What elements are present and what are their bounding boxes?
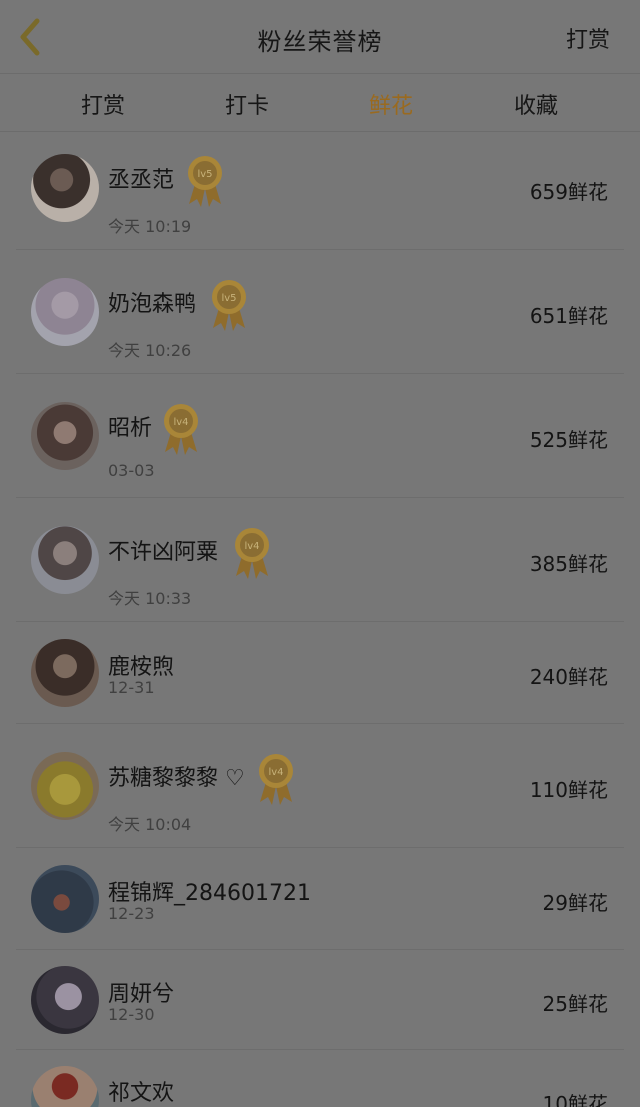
fan-name: 奶泡森鸭 [108,292,197,317]
tab-bar: 打赏 打卡 鲜花 收藏 [0,74,640,132]
tab-tip[interactable]: 打赏 [53,88,153,120]
fan-honor-page: 粉丝荣誉榜 打赏 打赏 打卡 鲜花 收藏 丞丞范 lv5 今天 10:19 65… [0,0,640,1107]
list-item[interactable]: 奶泡森鸭 lv5 今天 10:26 651鲜花 [16,250,624,374]
timestamp: 03-03 [108,461,155,480]
fan-name: 丞丞范 [108,168,175,193]
level-badge-icon: lv5 [188,156,222,207]
fan-name: 昭析 [108,416,153,441]
timestamp: 今天 10:33 [108,589,192,608]
list-item[interactable]: 昭析 lv4 03-03 525鲜花 [16,374,624,498]
flower-count: 240鲜花 [529,665,608,689]
tab-favorites[interactable]: 收藏 [486,88,586,120]
header-bar: 粉丝荣誉榜 打赏 [0,0,640,74]
level-badge-icon: lv4 [259,754,293,805]
fan-name: 不许凶阿粟 [108,540,219,565]
svg-text:lv5: lv5 [197,169,212,180]
svg-text:lv4: lv4 [173,417,188,428]
timestamp: 今天 10:26 [108,341,192,360]
avatar [31,865,99,933]
flower-count: 651鲜花 [529,304,608,328]
timestamp: 12-30 [108,1005,155,1024]
list-item[interactable]: 周妍兮 12-30 25鲜花 [16,950,624,1050]
flower-count: 525鲜花 [529,428,608,452]
flower-count: 25鲜花 [542,992,608,1016]
avatar [31,1066,99,1107]
avatar [31,154,99,222]
list-item[interactable]: 程锦辉_284601721 12-23 29鲜花 [16,848,624,950]
svg-text:lv4: lv4 [244,541,259,552]
flower-count: 10鲜花 [542,1092,608,1107]
fan-name: 周妍兮 [108,982,175,1007]
avatar [31,639,99,707]
avatar [31,966,99,1034]
timestamp: 今天 10:04 [108,815,192,834]
tip-button[interactable]: 打赏 [566,22,610,54]
flower-count: 110鲜花 [529,778,608,802]
tab-flowers[interactable]: 鲜花 [341,88,441,120]
svg-text:lv4: lv4 [268,767,283,778]
level-badge-icon: lv5 [212,280,246,331]
fan-name: 苏糖黎黎黎 ♡ [108,766,245,791]
avatar [31,526,99,594]
timestamp: 12-23 [108,904,155,923]
fan-name: 鹿桉煦 [108,655,175,680]
list-item[interactable]: 祁文欢 10鲜花 [16,1050,624,1107]
timestamp: 今天 10:19 [108,217,192,236]
avatar [31,278,99,346]
level-badge-icon: lv4 [164,404,198,455]
flower-count: 659鲜花 [529,180,608,204]
level-badge-icon: lv4 [235,528,269,579]
fan-name: 祁文欢 [108,1081,175,1106]
flower-count: 29鲜花 [542,891,608,915]
list-item[interactable]: 苏糖黎黎黎 ♡ lv4 今天 10:04 110鲜花 [16,724,624,848]
svg-text:lv5: lv5 [221,293,236,304]
avatar [31,402,99,470]
list-item[interactable]: 丞丞范 lv5 今天 10:19 659鲜花 [16,132,624,250]
timestamp: 12-31 [108,678,155,697]
page-title: 粉丝荣誉榜 [257,28,383,56]
fan-name: 程锦辉_284601721 [108,881,311,906]
list-item[interactable]: 不许凶阿粟 lv4 今天 10:33 385鲜花 [16,498,624,622]
list-item[interactable]: 鹿桉煦 12-31 240鲜花 [16,622,624,724]
avatar [31,752,99,820]
tab-checkin[interactable]: 打卡 [197,88,297,120]
flower-count: 385鲜花 [529,552,608,576]
